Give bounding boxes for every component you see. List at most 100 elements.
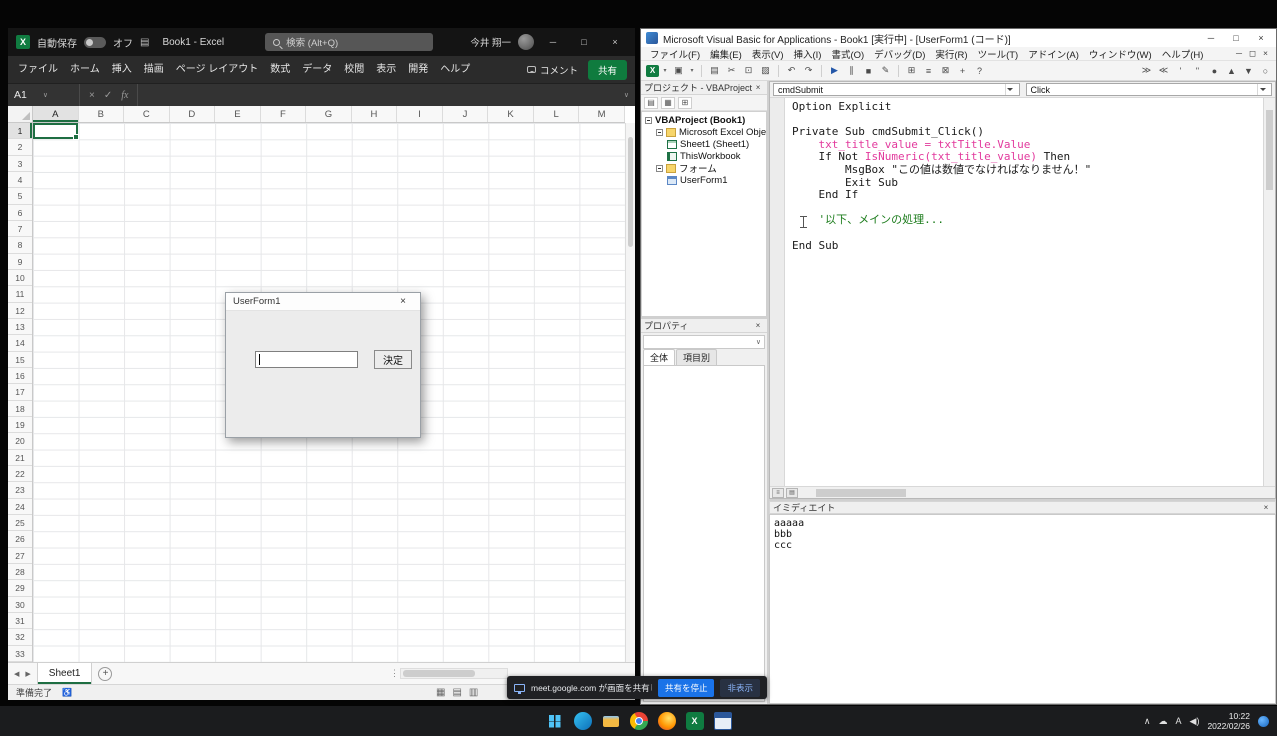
help-icon[interactable]: ?: [972, 63, 987, 78]
close-icon[interactable]: ×: [752, 83, 764, 92]
column-header[interactable]: A: [33, 106, 79, 122]
properties-tab[interactable]: 項目別: [676, 349, 717, 365]
search-box[interactable]: 検索 (Alt+Q): [265, 33, 433, 51]
code-vertical-scrollbar[interactable]: [1263, 98, 1275, 486]
column-header[interactable]: D: [170, 106, 216, 122]
breakpoint-icon[interactable]: ●: [1207, 63, 1222, 78]
ribbon-tab[interactable]: 描画: [138, 56, 170, 83]
close-button[interactable]: ×: [1251, 33, 1271, 43]
row-header[interactable]: 10: [8, 270, 32, 286]
close-button[interactable]: ×: [603, 28, 627, 56]
minimize-button[interactable]: ─: [541, 28, 565, 56]
horizontal-scrollbar[interactable]: [400, 668, 508, 679]
properties-tab[interactable]: 全体: [643, 349, 675, 365]
row-header[interactable]: 29: [8, 580, 32, 596]
tray-expand-icon[interactable]: ∧: [1144, 716, 1151, 727]
copy-icon[interactable]: ⊡: [741, 63, 756, 78]
row-header[interactable]: 23: [8, 482, 32, 498]
row-header[interactable]: 28: [8, 564, 32, 580]
edge-icon[interactable]: [574, 712, 592, 730]
undo-icon[interactable]: ↶: [784, 63, 799, 78]
margin-indicator-bar[interactable]: [770, 98, 785, 486]
ribbon-tab[interactable]: 数式: [264, 56, 296, 83]
column-header[interactable]: G: [306, 106, 352, 122]
view-excel-icon[interactable]: X: [646, 65, 659, 77]
row-header[interactable]: 20: [8, 433, 32, 449]
stop-sharing-button[interactable]: 共有を停止: [658, 679, 715, 697]
ribbon-tab[interactable]: ページ レイアウト: [170, 56, 265, 83]
row-header[interactable]: 30: [8, 597, 32, 613]
project-tree-item[interactable]: Microsoft Excel Objects: [642, 126, 766, 138]
cancel-entry-button[interactable]: ×: [89, 90, 95, 101]
menu-item[interactable]: 書式(O): [826, 47, 869, 61]
paste-icon[interactable]: ▨: [758, 63, 773, 78]
bookmark-icon[interactable]: ▲: [1224, 63, 1239, 78]
menu-item[interactable]: 表示(V): [747, 47, 789, 61]
close-icon[interactable]: ×: [393, 296, 413, 307]
row-header[interactable]: 6: [8, 205, 32, 221]
hide-button[interactable]: 非表示: [720, 679, 760, 697]
run-icon[interactable]: ▶: [827, 63, 842, 78]
project-tree-item[interactable]: VBAProject (Book1): [642, 114, 766, 126]
break-icon[interactable]: ∥: [844, 63, 859, 78]
column-header[interactable]: H: [352, 106, 398, 122]
maximize-button[interactable]: □: [1226, 33, 1246, 43]
chevron-down-icon[interactable]: [1257, 84, 1267, 95]
sheet-next-icon[interactable]: ▶: [25, 670, 30, 678]
ribbon-tab[interactable]: 表示: [370, 56, 402, 83]
event-dropdown[interactable]: Click: [1026, 83, 1273, 96]
save-icon[interactable]: ▤: [140, 37, 149, 48]
active-cell-selection[interactable]: [33, 123, 78, 139]
row-header[interactable]: 1: [8, 123, 32, 139]
row-header[interactable]: 18: [8, 401, 32, 417]
comment-block-icon[interactable]: ': [1173, 63, 1188, 78]
row-header[interactable]: 16: [8, 368, 32, 384]
properties-list[interactable]: [643, 365, 765, 702]
expand-formula-bar-icon[interactable]: ∨: [624, 91, 629, 99]
indent-icon[interactable]: ≫: [1139, 63, 1154, 78]
chevron-down-icon[interactable]: [1005, 84, 1015, 95]
row-header[interactable]: 7: [8, 221, 32, 237]
tree-expander-icon[interactable]: [656, 165, 663, 172]
ribbon-tab[interactable]: 校閲: [338, 56, 370, 83]
properties-object-combo[interactable]: ∨: [643, 335, 765, 349]
column-header[interactable]: E: [215, 106, 261, 122]
code-horizontal-scrollbar[interactable]: [800, 487, 1275, 498]
chevron-down-icon[interactable]: ∨: [43, 91, 48, 99]
chrome-icon[interactable]: [630, 712, 648, 730]
row-header[interactable]: 32: [8, 629, 32, 645]
sheet-prev-icon[interactable]: ◀: [14, 670, 19, 678]
row-header[interactable]: 15: [8, 352, 32, 368]
next-bookmark-icon[interactable]: ▼: [1241, 63, 1256, 78]
toolbar-separator[interactable]: [778, 65, 779, 77]
vbe-taskbar-icon[interactable]: [714, 712, 732, 730]
name-box[interactable]: A1 ∨: [8, 84, 80, 106]
maximize-button[interactable]: □: [572, 28, 596, 56]
close-icon[interactable]: ×: [752, 321, 764, 330]
minimize-button[interactable]: ─: [1201, 33, 1221, 43]
add-sheet-button[interactable]: +: [98, 667, 112, 681]
toolbar-separator[interactable]: [701, 65, 702, 77]
file-explorer-icon[interactable]: [602, 712, 620, 730]
project-explorer-icon[interactable]: ⊞: [904, 63, 919, 78]
column-header[interactable]: C: [124, 106, 170, 122]
ribbon-tab[interactable]: ホーム: [64, 56, 106, 83]
row-header[interactable]: 22: [8, 466, 32, 482]
menu-item[interactable]: アドイン(A): [1023, 47, 1084, 61]
menu-item[interactable]: 実行(R): [930, 47, 972, 61]
share-button[interactable]: 共有: [588, 60, 627, 80]
row-header[interactable]: 3: [8, 156, 32, 172]
browser-icon[interactable]: [658, 712, 676, 730]
outdent-icon[interactable]: ≪: [1156, 63, 1171, 78]
project-tree-item[interactable]: フォーム: [642, 162, 766, 174]
dropdown-icon[interactable]: ▾: [661, 63, 669, 78]
object-browser-icon[interactable]: ⊠: [938, 63, 953, 78]
procedure-view-icon[interactable]: ≡: [772, 488, 784, 498]
dropdown-icon[interactable]: ▾: [688, 63, 696, 78]
row-header[interactable]: 2: [8, 139, 32, 155]
design-mode-icon[interactable]: ✎: [878, 63, 893, 78]
toolbar-separator[interactable]: [821, 65, 822, 77]
ribbon-tab[interactable]: 挿入: [106, 56, 138, 83]
menu-item[interactable]: 編集(E): [705, 47, 747, 61]
excel-taskbar-icon[interactable]: X: [686, 712, 704, 730]
